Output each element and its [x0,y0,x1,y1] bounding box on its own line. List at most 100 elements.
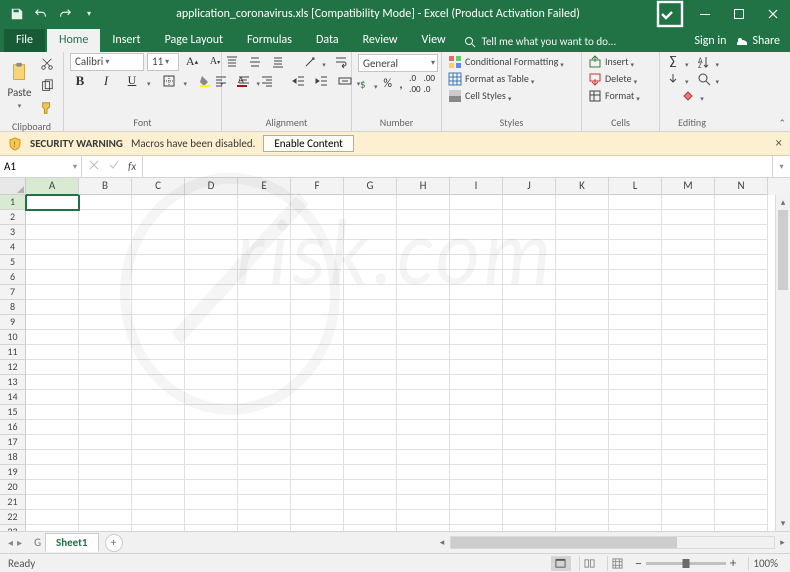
cell[interactable] [238,345,291,360]
align-bottom[interactable] [268,52,288,72]
cell[interactable] [503,225,556,240]
cell[interactable] [291,450,344,465]
tab-formulas[interactable]: Formulas [235,29,304,52]
increase-font-size[interactable]: A▴ [182,52,202,72]
hscroll-thumb[interactable] [451,537,677,548]
sheet-nav[interactable]: ◂▸ [0,536,30,549]
cell[interactable] [291,330,344,345]
cell[interactable] [450,465,503,480]
insert-cells-button[interactable]: Insert▾ [588,54,636,69]
cell[interactable] [291,390,344,405]
cell[interactable] [185,480,238,495]
cell[interactable] [450,360,503,375]
cell[interactable] [556,240,609,255]
row-header[interactable]: 3 [0,225,26,240]
cell[interactable] [185,255,238,270]
cell[interactable] [26,330,79,345]
row-header[interactable]: 21 [0,495,26,510]
align-right[interactable] [257,71,277,91]
cell[interactable] [344,435,397,450]
cell-styles-button[interactable]: Cell Styles▾ [448,88,513,103]
cell[interactable] [132,480,185,495]
cell[interactable] [609,360,662,375]
decrease-decimal[interactable]: .00.0 [424,74,435,94]
copy-button[interactable] [37,76,57,96]
cell[interactable] [185,315,238,330]
cell[interactable] [291,435,344,450]
cell[interactable] [344,270,397,285]
cell[interactable] [662,240,715,255]
cell[interactable] [609,225,662,240]
row-header[interactable]: 4 [0,240,26,255]
comma-format[interactable]: , [396,74,406,94]
row-header[interactable]: 2 [0,210,26,225]
view-normal[interactable] [551,556,571,571]
cell[interactable] [609,510,662,525]
cell[interactable] [344,390,397,405]
cell[interactable] [185,510,238,525]
cell[interactable] [609,210,662,225]
row-header[interactable]: 19 [0,465,26,480]
fx-icon[interactable]: fx [128,160,136,173]
cell[interactable] [503,285,556,300]
cell[interactable] [132,255,185,270]
cell[interactable] [609,270,662,285]
collapse-ribbon[interactable]: ⌃ [778,118,786,129]
format-cells-button[interactable]: Format▾ [588,88,642,103]
cell[interactable] [79,480,132,495]
row-header[interactable]: 13 [0,375,26,390]
cell[interactable] [344,360,397,375]
cell[interactable] [715,360,768,375]
cell[interactable] [26,195,79,210]
enter-formula-icon[interactable] [108,159,120,174]
close-button[interactable] [756,0,790,28]
horizontal-scrollbar[interactable]: ◂ ▸ [435,532,790,553]
col-header-M[interactable]: M [662,178,715,195]
cell[interactable] [26,390,79,405]
orientation-button[interactable] [300,52,320,72]
percent-format[interactable]: % [383,74,393,94]
cell[interactable] [79,255,132,270]
cell[interactable] [715,300,768,315]
cell[interactable] [450,375,503,390]
row-header[interactable]: 9 [0,315,26,330]
cell[interactable] [609,465,662,480]
cell[interactable] [26,225,79,240]
cell[interactable] [238,315,291,330]
cell[interactable] [238,510,291,525]
row-header[interactable]: 17 [0,435,26,450]
cell[interactable] [79,195,132,210]
scroll-right[interactable]: ▸ [775,535,790,550]
cut-button[interactable] [37,54,57,74]
cell[interactable] [450,300,503,315]
cell[interactable] [26,435,79,450]
cell[interactable] [397,465,450,480]
row-header[interactable]: 23 [0,525,26,531]
tab-insert[interactable]: Insert [100,29,152,52]
cell[interactable] [79,225,132,240]
cell[interactable] [79,345,132,360]
cell[interactable] [397,315,450,330]
redo-button[interactable] [54,3,76,25]
cell[interactable] [450,345,503,360]
align-top[interactable] [222,52,242,72]
cell[interactable] [185,495,238,510]
decrease-indent[interactable] [289,71,309,91]
cell[interactable] [397,420,450,435]
cell[interactable] [450,495,503,510]
cell[interactable] [185,210,238,225]
cell[interactable] [26,495,79,510]
cell[interactable] [609,345,662,360]
cell[interactable] [344,450,397,465]
cell[interactable] [291,495,344,510]
cell[interactable] [185,225,238,240]
cell[interactable] [662,480,715,495]
cell[interactable] [79,240,132,255]
cancel-formula-icon[interactable] [88,159,100,174]
cell[interactable] [26,375,79,390]
cell[interactable] [450,450,503,465]
cell[interactable] [715,255,768,270]
cell[interactable] [503,480,556,495]
cell[interactable] [79,360,132,375]
col-header-C[interactable]: C [132,178,185,195]
